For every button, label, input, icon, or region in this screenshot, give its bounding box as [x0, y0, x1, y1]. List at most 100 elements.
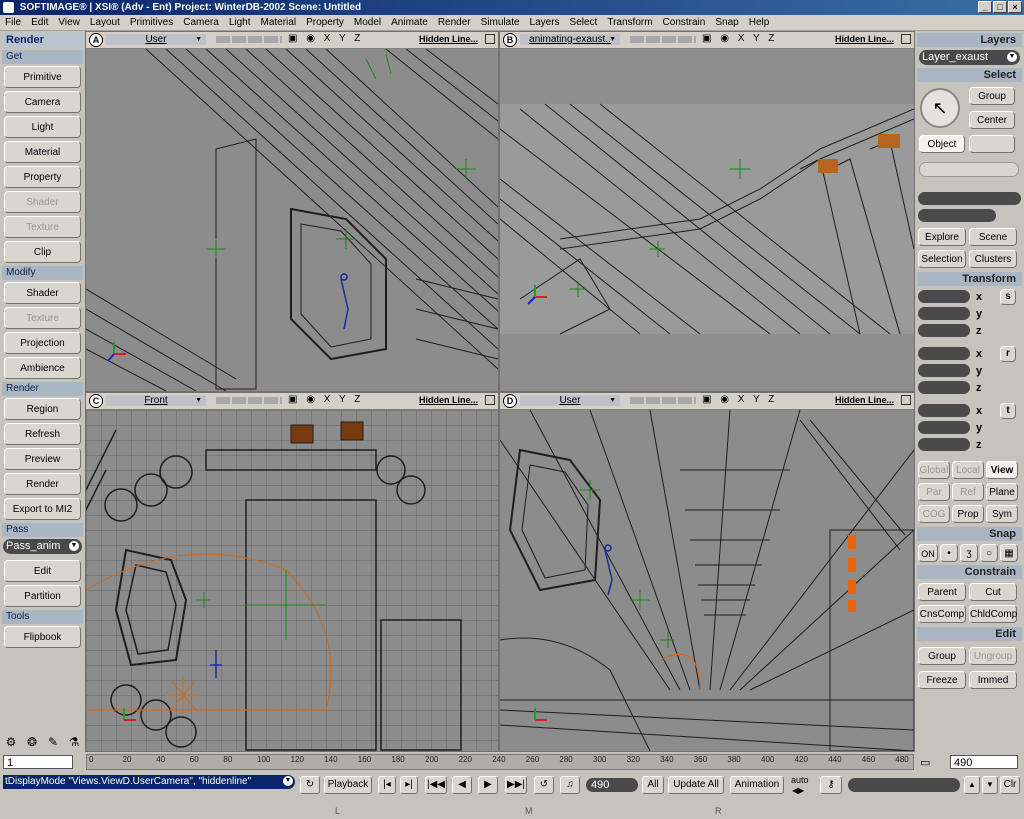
display-mode-menu[interactable]: Hidden Line... — [419, 34, 478, 44]
menu-property[interactable]: Property — [301, 16, 349, 30]
render-button[interactable]: Render — [4, 473, 81, 495]
partition-button[interactable]: Partition — [4, 585, 81, 607]
projection-button[interactable]: Projection — [4, 332, 81, 354]
axis-label[interactable]: x — [976, 291, 994, 303]
previous-key-icon[interactable]: |◀◀ — [425, 776, 447, 794]
auto-key-arrows-icon[interactable]: ◀▶ — [792, 786, 804, 795]
axis-label[interactable]: y — [976, 365, 994, 377]
chldcomp-button[interactable]: ChldComp — [969, 605, 1017, 623]
view-button[interactable]: View — [986, 461, 1018, 479]
all-button[interactable]: All — [642, 776, 664, 794]
loop-icon[interactable]: ↺ — [534, 776, 554, 794]
maximize-viewport-icon[interactable] — [485, 34, 495, 44]
freeze-button[interactable]: Freeze — [918, 671, 966, 689]
menu-transform[interactable]: Transform — [602, 16, 657, 30]
memo-cam-bar[interactable] — [216, 36, 282, 43]
first-frame-icon[interactable]: |◂ — [378, 776, 396, 794]
menu-camera[interactable]: Camera — [178, 16, 224, 30]
transform-r-y-field[interactable] — [918, 364, 970, 377]
global-button[interactable]: Global — [918, 461, 950, 479]
viewport-letter-b[interactable]: B — [503, 33, 517, 47]
axis-label[interactable]: y — [976, 308, 994, 320]
transform-s-z-field[interactable] — [918, 324, 970, 337]
property-button[interactable]: Property — [4, 166, 81, 188]
cut-button[interactable]: Cut — [969, 583, 1017, 601]
script-editor-icon[interactable]: ↻ — [300, 776, 320, 794]
axis-label[interactable]: x — [976, 405, 994, 417]
snap-header[interactable]: Snap — [917, 527, 1022, 541]
axis-label[interactable]: x — [976, 348, 994, 360]
transform-s-y-field[interactable] — [918, 307, 970, 320]
explore-button[interactable]: Explore — [918, 228, 966, 246]
primitive-button[interactable]: Primitive — [4, 66, 81, 88]
immed-button[interactable]: Immed — [969, 671, 1017, 689]
display-mode-menu[interactable]: Hidden Line... — [835, 395, 894, 405]
material-button[interactable]: Material — [4, 141, 81, 163]
axes-label[interactable]: X Y Z — [738, 33, 778, 44]
eye-icon[interactable]: ◉ — [306, 394, 318, 405]
shader-button[interactable]: Shader — [4, 191, 81, 213]
viewport-letter-d[interactable]: D — [503, 394, 517, 408]
menu-select[interactable]: Select — [565, 16, 603, 30]
plane-button[interactable]: Plane — [986, 483, 1018, 501]
menu-snap[interactable]: Snap — [710, 16, 743, 30]
display-mode-menu[interactable]: Hidden Line... — [835, 34, 894, 44]
shader-button[interactable]: Shader — [4, 282, 81, 304]
sym-button[interactable]: Sym — [986, 505, 1018, 523]
last-frame-icon[interactable]: ▸| — [400, 776, 418, 794]
camera-icon[interactable]: ▣ — [288, 394, 300, 405]
playback-button[interactable]: Playback — [324, 776, 372, 794]
display-mode-menu[interactable]: Hidden Line... — [419, 395, 478, 405]
scroll-down-icon[interactable]: ▼ — [982, 776, 998, 794]
menu-layers[interactable]: Layers — [525, 16, 565, 30]
key-icon[interactable]: ⚷ — [820, 776, 842, 794]
local-button[interactable]: Local — [952, 461, 984, 479]
refresh-button[interactable]: Refresh — [4, 423, 81, 445]
menu-edit[interactable]: Edit — [26, 16, 53, 30]
viewport-letter-c[interactable]: C — [89, 394, 103, 408]
axes-label[interactable]: X Y Z — [738, 394, 778, 405]
clusters-button[interactable]: Clusters — [969, 250, 1017, 268]
selection-filter-field[interactable] — [919, 162, 1019, 177]
transform-r-z-field[interactable] — [918, 381, 970, 394]
parent-button[interactable]: Parent — [918, 583, 966, 601]
update-all-button[interactable]: Update All — [668, 776, 724, 794]
preview-button[interactable]: Preview — [4, 448, 81, 470]
axis-label[interactable]: y — [976, 422, 994, 434]
texture-button[interactable]: Texture — [4, 307, 81, 329]
constrain-header[interactable]: Constrain — [917, 565, 1022, 579]
axes-label[interactable]: X Y Z — [324, 33, 364, 44]
menu-constrain[interactable]: Constrain — [658, 16, 711, 30]
transform-r-icon[interactable]: r — [1000, 345, 1016, 362]
axis-label[interactable]: z — [976, 325, 994, 337]
transform-t-x-field[interactable] — [918, 404, 970, 417]
maximize-viewport-icon[interactable] — [901, 395, 911, 405]
selection-button[interactable]: Selection — [918, 250, 966, 268]
prop-button[interactable]: Prop — [952, 505, 984, 523]
select-arrow-icon[interactable]: ↖ — [920, 88, 960, 128]
camera-menu[interactable]: animating-exaust.. ▼ — [520, 34, 620, 45]
transform-t-z-field[interactable] — [918, 438, 970, 451]
export-to-mi2-button[interactable]: Export to MI2 — [4, 498, 81, 520]
clip-button[interactable]: Clip — [4, 241, 81, 263]
viewport-d[interactable]: D User ▼ ▣ ◉ X Y Z Hidden Line... — [499, 392, 915, 752]
animate-toolbar-icon[interactable]: ⚗ — [65, 734, 83, 750]
menu-help[interactable]: Help — [744, 16, 775, 30]
cnscomp-button[interactable]: CnsComp — [918, 605, 966, 623]
command-line[interactable]: tDisplayMode "Views.ViewD.UserCamera", "… — [3, 775, 295, 789]
transform-t-y-field[interactable] — [918, 421, 970, 434]
par-button[interactable]: Par — [918, 483, 950, 501]
axes-label[interactable]: X Y Z — [324, 394, 364, 405]
menu-render[interactable]: Render — [433, 16, 476, 30]
ambience-button[interactable]: Ambience — [4, 357, 81, 379]
play-backward-icon[interactable]: ◀ — [452, 776, 472, 794]
maximize-viewport-icon[interactable] — [485, 395, 495, 405]
camera-icon[interactable]: ▣ — [702, 33, 714, 44]
transform-s-icon[interactable]: s — [1000, 288, 1016, 305]
viewport-letter-a[interactable]: A — [89, 33, 103, 47]
camera-menu[interactable]: User ▼ — [520, 395, 620, 406]
menu-view[interactable]: View — [53, 16, 85, 30]
layer-dropdown[interactable]: Layer_exaust ▼ — [919, 50, 1020, 65]
time-slider[interactable]: 0 20 40 60 80 100 120 140 160 180 200 220 240 260 280 3… — [86, 754, 914, 770]
select-center-button[interactable]: Center — [969, 111, 1015, 129]
